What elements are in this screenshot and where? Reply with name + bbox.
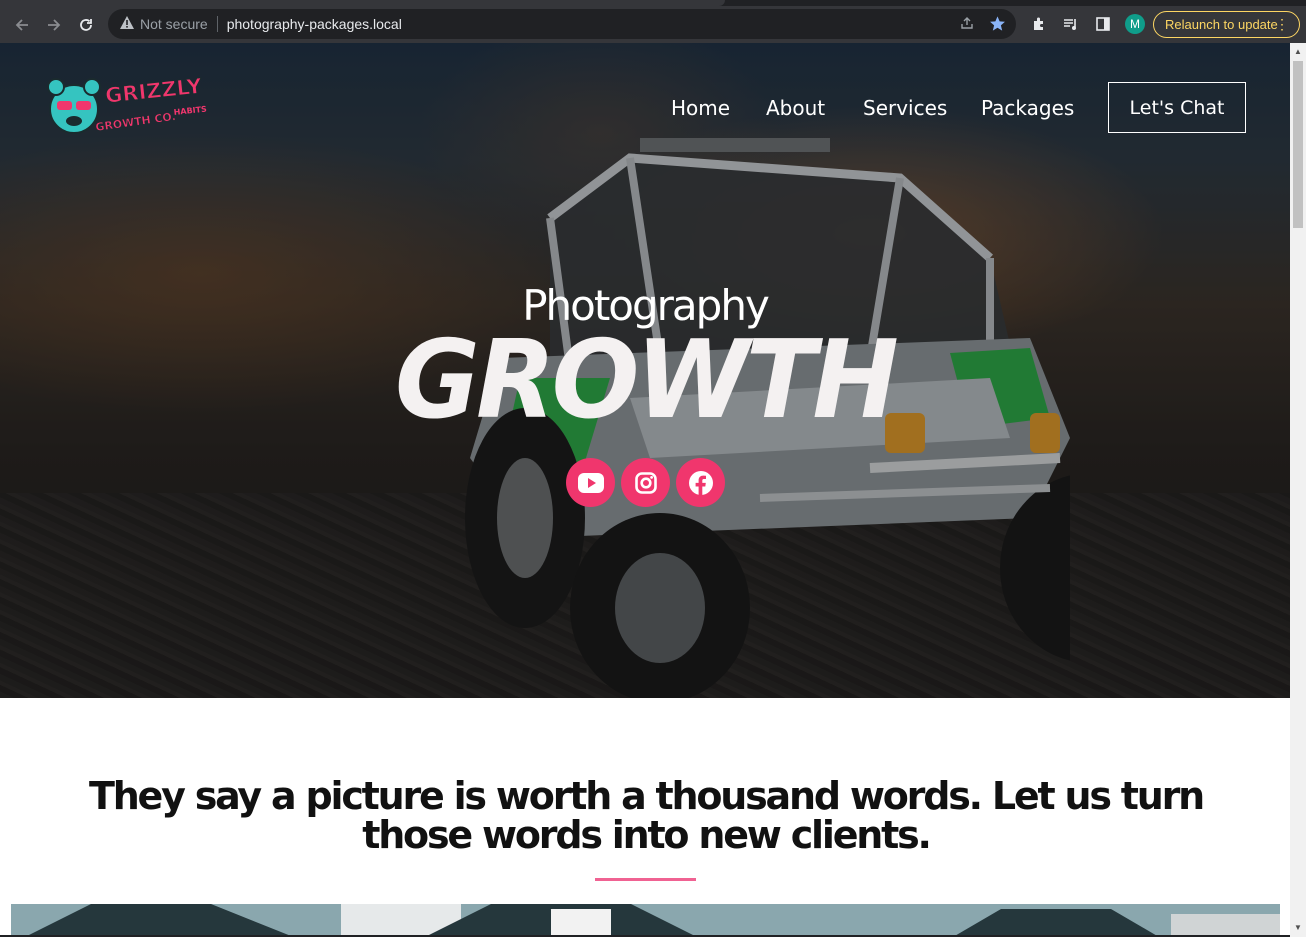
address-bar-actions [959, 15, 1006, 37]
address-separator [216, 16, 218, 32]
hero-brush-word: GROWTH [395, 318, 897, 433]
facebook-button[interactable] [676, 458, 725, 507]
hero-brush-title: GROWTH [395, 318, 900, 433]
lets-chat-button[interactable]: Let's Chat [1108, 82, 1246, 133]
back-icon[interactable] [6, 9, 38, 41]
side-panel-icon[interactable] [1090, 9, 1116, 39]
nav-services[interactable]: Services [863, 96, 947, 120]
section-tagline: They say a picture is worth a thousand w… [88, 774, 1205, 857]
tagline-divider [595, 878, 696, 881]
nav-about[interactable]: About [766, 96, 825, 120]
more-menu-icon[interactable]: ⋮ [1275, 16, 1289, 32]
scroll-down-arrow-icon[interactable]: ▼ [1293, 923, 1303, 933]
youtube-icon [577, 472, 604, 493]
house-photo [11, 904, 1280, 935]
page-viewport: GRIZZLY HABITS GROWTH CO. Home About Ser… [0, 43, 1290, 935]
url-text[interactable]: photography-packages.local [227, 16, 402, 32]
media-queue-icon[interactable] [1058, 9, 1084, 39]
browser-chrome: Not secure photography-packages.local M … [0, 0, 1306, 43]
browser-toolbar: Not secure photography-packages.local M … [0, 6, 1306, 43]
logo-text-grizzly: GRIZZLY [104, 74, 204, 108]
youtube-button[interactable] [566, 458, 615, 507]
security-label[interactable]: Not secure [140, 16, 208, 32]
scrollbar-thumb[interactable] [1293, 61, 1303, 228]
grizzly-logo[interactable]: GRIZZLY HABITS GROWTH CO. [46, 73, 222, 143]
share-icon[interactable] [959, 15, 975, 37]
scroll-up-arrow-icon[interactable]: ▲ [1293, 47, 1303, 57]
extensions-puzzle-icon[interactable] [1026, 9, 1052, 39]
avatar[interactable]: M [1125, 14, 1145, 34]
facebook-icon [688, 470, 713, 496]
page-scrollbar[interactable]: ▲ ▼ [1290, 43, 1306, 937]
hero-section: GRIZZLY HABITS GROWTH CO. Home About Ser… [0, 43, 1290, 698]
bookmark-star-icon[interactable] [989, 15, 1006, 37]
social-links [566, 458, 725, 507]
relaunch-label: Relaunch to update [1165, 17, 1278, 32]
relaunch-button[interactable]: Relaunch to update ⋮ [1153, 11, 1300, 38]
profile-avatar[interactable]: M [1122, 9, 1148, 39]
nav-packages[interactable]: Packages [981, 96, 1074, 120]
address-bar[interactable]: Not secure photography-packages.local [108, 9, 1016, 39]
nav-home[interactable]: Home [671, 96, 730, 120]
extension-toolbar: M [1026, 9, 1148, 39]
logo-text-growth-co: GROWTH CO. [95, 110, 177, 134]
logo-text-habits: HABITS [173, 105, 207, 117]
instagram-icon [634, 471, 657, 494]
forward-icon[interactable] [38, 9, 70, 41]
instagram-button[interactable] [621, 458, 670, 507]
warning-icon[interactable] [120, 16, 134, 32]
reload-icon[interactable] [70, 9, 102, 41]
